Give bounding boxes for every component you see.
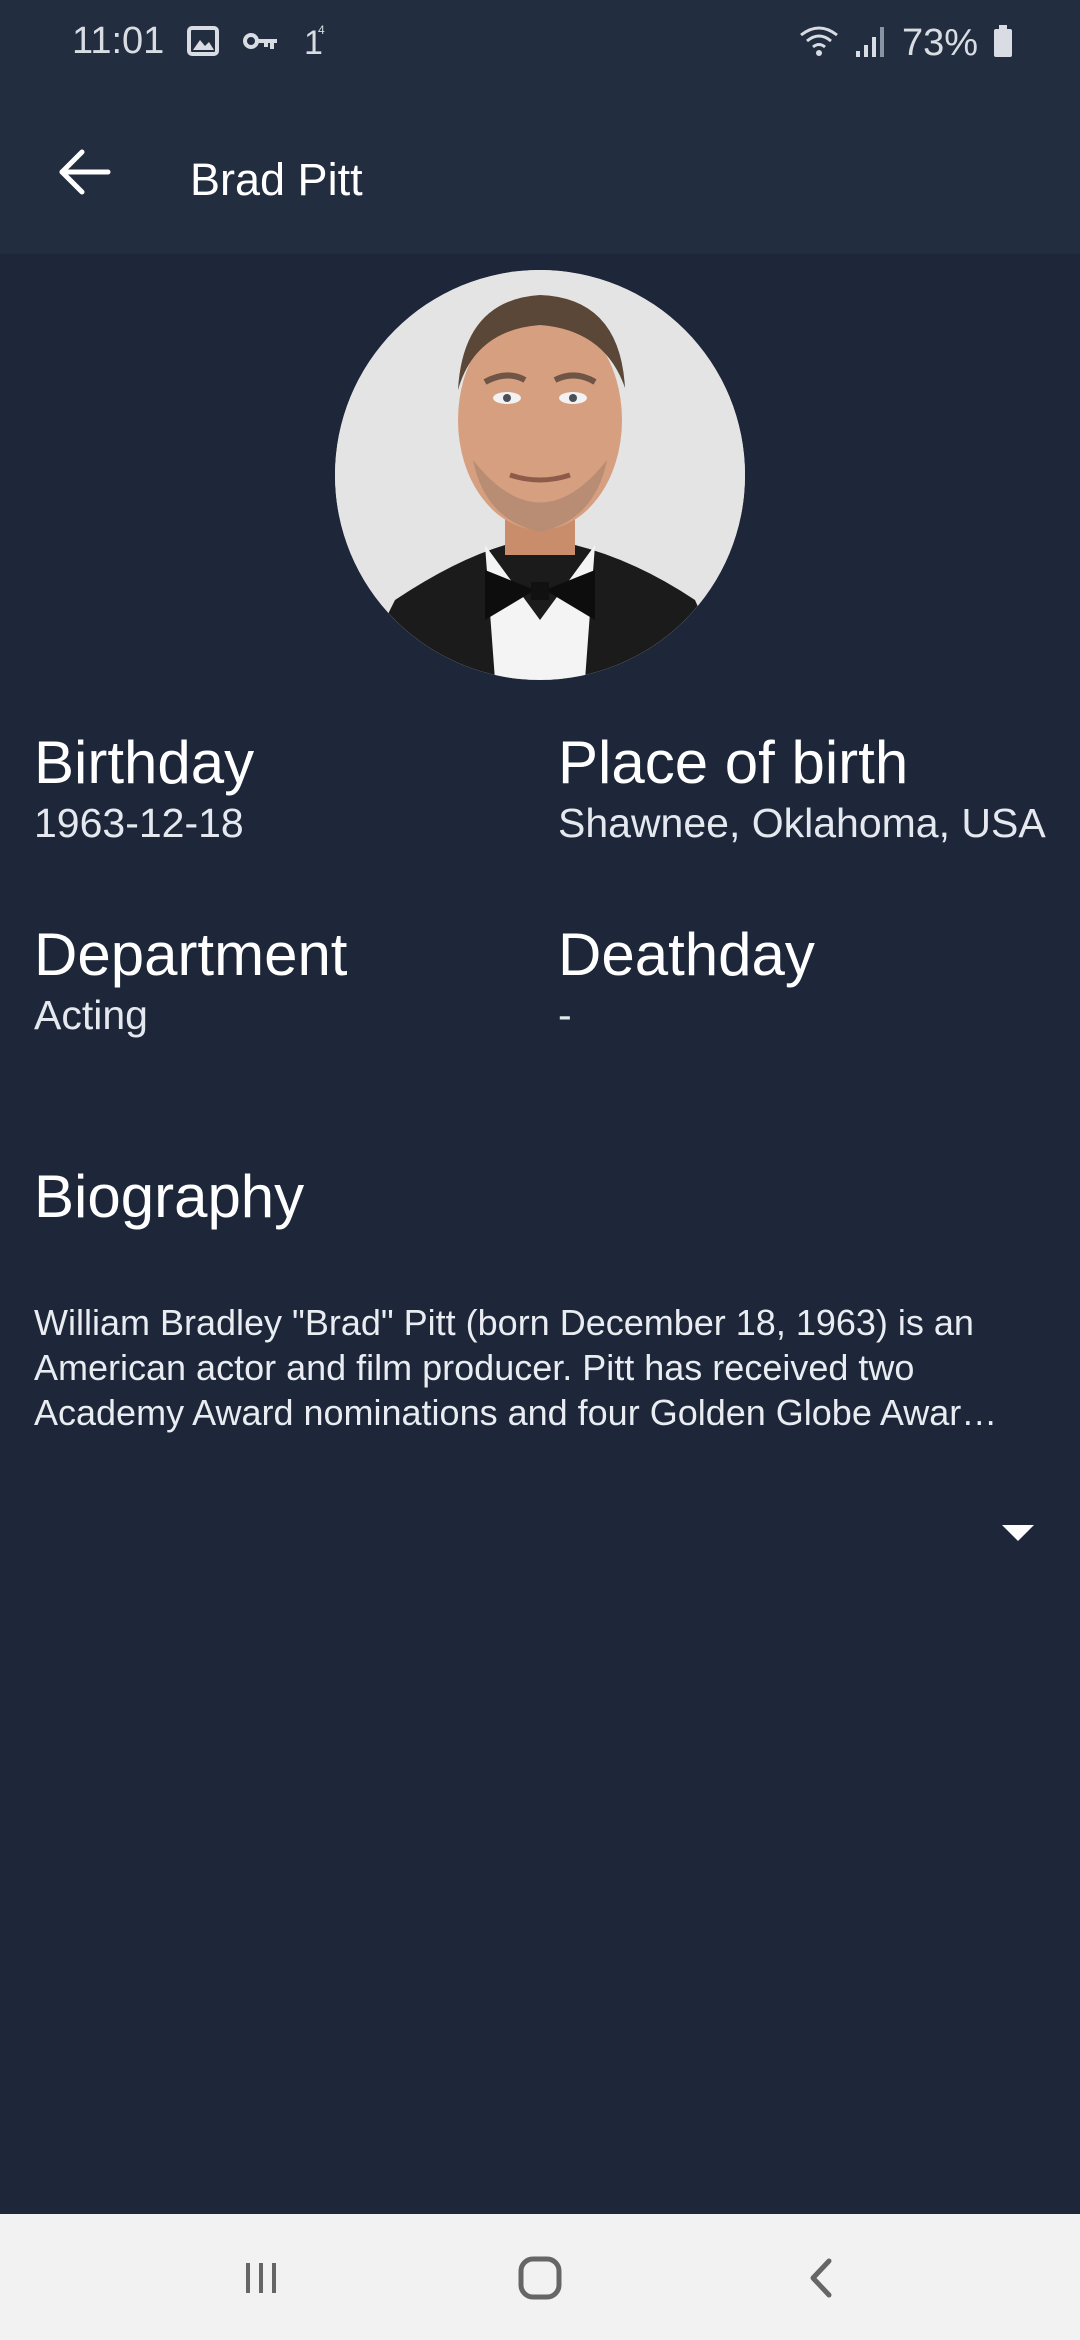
arrow-left-icon	[59, 149, 111, 195]
expand-biography-button[interactable]	[996, 1518, 1040, 1548]
status-icons-right: 73%	[798, 22, 1014, 65]
status-bar: 11:01 1 4 73%	[0, 0, 1080, 84]
home-button[interactable]	[500, 2240, 580, 2316]
page-title: Brad Pitt	[190, 154, 363, 205]
recent-apps-icon	[246, 2263, 276, 2293]
birthday-value: 1963-12-18	[34, 800, 244, 846]
deathday-value: -	[558, 992, 572, 1038]
back-button[interactable]	[44, 132, 124, 212]
vpn-key-icon	[242, 24, 280, 63]
wifi-icon	[798, 23, 840, 64]
place-of-birth-label: Place of birth	[558, 729, 909, 796]
battery-icon	[992, 23, 1014, 64]
deathday-label: Deathday	[558, 921, 815, 988]
battery-percentage: 73%	[901, 22, 978, 64]
department-value: Acting	[34, 992, 148, 1038]
back-icon	[810, 2258, 832, 2298]
data-icon: 1 4	[302, 22, 328, 65]
system-nav-bar	[0, 2214, 1080, 2340]
nav-back-button[interactable]	[782, 2240, 862, 2316]
biography-text: William Bradley "Brad" Pitt (born Decemb…	[34, 1302, 998, 1433]
signal-icon	[854, 23, 888, 64]
app-bar: Brad Pitt	[0, 84, 1080, 254]
department-label: Department	[34, 921, 348, 988]
biography-title: Biography	[34, 1163, 305, 1230]
avatar	[335, 270, 745, 680]
svg-text:4: 4	[318, 23, 325, 37]
recent-apps-button[interactable]	[221, 2240, 301, 2316]
place-of-birth-value: Shawnee, Oklahoma, USA	[558, 800, 1046, 846]
status-time: 11:01	[72, 20, 165, 62]
triangle-down-icon	[1002, 1525, 1034, 1541]
gallery-icon	[186, 24, 220, 63]
birthday-label: Birthday	[34, 729, 255, 796]
home-icon	[518, 2256, 562, 2300]
status-icons-left: 1 4	[186, 22, 328, 65]
